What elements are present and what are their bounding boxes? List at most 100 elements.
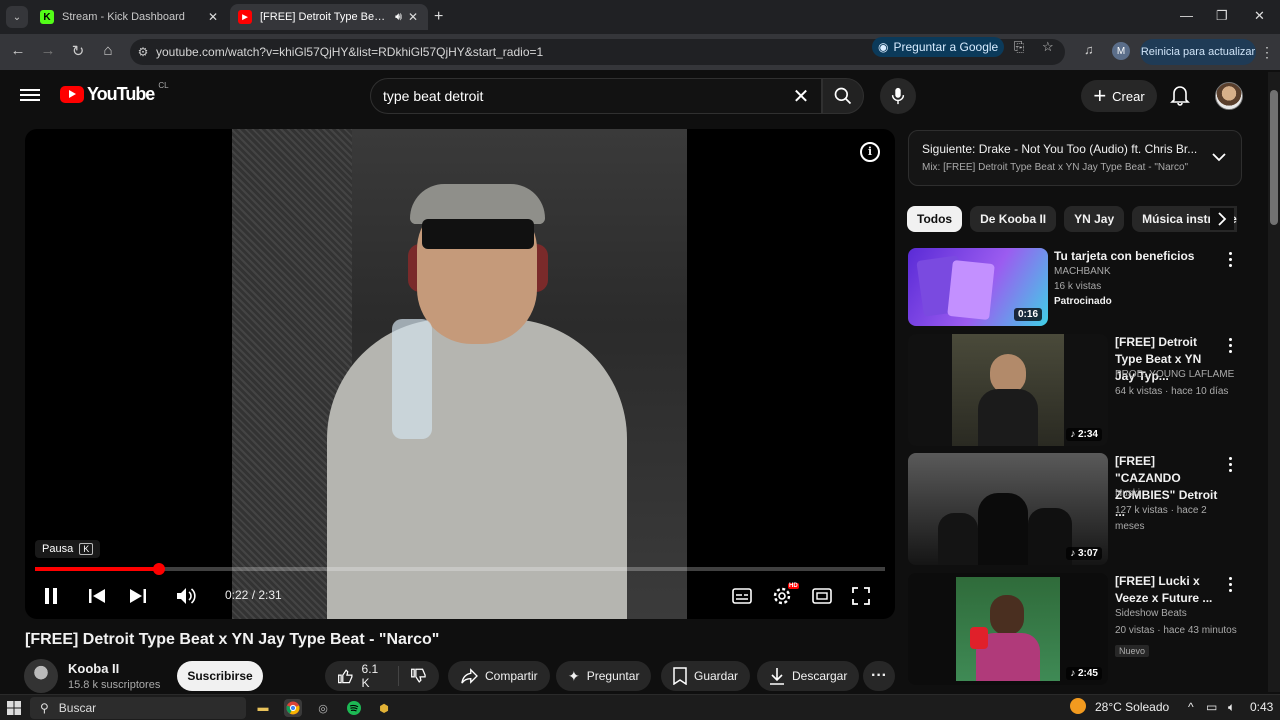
- obs-icon[interactable]: ◎: [314, 699, 332, 717]
- reload-icon[interactable]: ↻: [68, 42, 88, 60]
- clock[interactable]: 0:43: [1250, 700, 1273, 714]
- close-tab-icon[interactable]: ✕: [206, 10, 220, 24]
- taskbar-search-input[interactable]: ⚲ Buscar: [30, 697, 246, 719]
- youtube-favicon-icon: ▶: [238, 10, 252, 24]
- tray-chevron-icon[interactable]: ^: [1188, 700, 1194, 714]
- video-meta: 16 k vistas: [1054, 281, 1102, 292]
- app-icon[interactable]: ⬢: [375, 699, 393, 717]
- hamburger-menu-icon[interactable]: [20, 86, 40, 104]
- close-window-icon[interactable]: ✕: [1254, 8, 1265, 24]
- chrome-icon[interactable]: [284, 699, 302, 717]
- channel-avatar[interactable]: [24, 659, 58, 693]
- video-thumbnail[interactable]: ♪ 2:34: [908, 334, 1108, 446]
- account-avatar[interactable]: [1215, 82, 1243, 110]
- channel-name[interactable]: Kooba II: [68, 661, 119, 676]
- search-input[interactable]: type beat detroit ✕: [370, 78, 822, 114]
- ask-button[interactable]: ✦ Preguntar: [556, 661, 652, 691]
- more-options-icon[interactable]: [1224, 455, 1236, 473]
- google-lens-icon: ◉: [878, 40, 889, 54]
- browser-menu-icon[interactable]: ⋮: [1260, 44, 1274, 61]
- subtitles-button[interactable]: [728, 584, 756, 608]
- video-title[interactable]: [FREE] Lucki x Veeze x Future ...: [1115, 573, 1220, 607]
- chip-de-kooba[interactable]: De Kooba II: [970, 206, 1057, 232]
- list-item[interactable]: ♪ 2:34 [FREE] Detroit Type Beat x YN Jay…: [908, 334, 1238, 446]
- search-button[interactable]: [822, 78, 864, 114]
- volume-icon: [177, 588, 196, 604]
- windows-start-icon[interactable]: [7, 701, 21, 715]
- list-item[interactable]: ♪ 3:07 [FREE] "CAZANDO ZOMBIES" Detroit …: [908, 453, 1238, 565]
- video-title[interactable]: Tu tarjeta con beneficios: [1054, 248, 1219, 265]
- chip-todos[interactable]: Todos: [907, 206, 963, 232]
- restore-icon[interactable]: ❐: [1216, 8, 1228, 24]
- volume-button[interactable]: [173, 584, 201, 608]
- pause-button[interactable]: [37, 584, 65, 608]
- download-button[interactable]: Descargar: [757, 661, 860, 691]
- volume-tray-icon[interactable]: 🔈︎: [1228, 700, 1235, 715]
- info-icon[interactable]: i: [860, 142, 880, 162]
- save-button[interactable]: Guardar: [661, 661, 751, 691]
- video-player[interactable]: i Pausa K 0:22 / 2:31 HD: [25, 129, 895, 619]
- profile-avatar[interactable]: M: [1112, 42, 1130, 60]
- subscribe-button[interactable]: Suscribirse: [177, 661, 263, 691]
- list-item[interactable]: 0:16 Tu tarjeta con beneficios MACHBANK …: [908, 248, 1238, 328]
- clear-search-icon[interactable]: ✕: [781, 84, 821, 109]
- previous-button[interactable]: [83, 584, 111, 608]
- video-frame: [232, 129, 687, 619]
- forward-icon[interactable]: →: [38, 42, 58, 59]
- download-label: Descargar: [792, 669, 848, 683]
- bookmark-star-icon[interactable]: ☆: [1042, 39, 1054, 55]
- more-options-icon[interactable]: [1224, 336, 1236, 354]
- youtube-logo[interactable]: YouTube CL: [60, 81, 169, 105]
- more-options-icon[interactable]: [1224, 250, 1236, 268]
- weather-text[interactable]: 28°C Soleado: [1095, 700, 1169, 714]
- theater-mode-button[interactable]: [808, 584, 836, 608]
- create-button[interactable]: + Crear: [1081, 80, 1157, 112]
- more-icon: ···: [871, 667, 887, 684]
- video-thumbnail[interactable]: 0:16: [908, 248, 1048, 326]
- progress-bar[interactable]: [35, 563, 885, 575]
- close-tab-icon[interactable]: ✕: [406, 10, 420, 24]
- filter-chips: Todos De Kooba II YN Jay Música instrume…: [907, 206, 1237, 232]
- up-next-panel[interactable]: Siguiente: Drake - Not You Too (Audio) f…: [908, 130, 1242, 186]
- home-icon[interactable]: ⌂: [98, 42, 118, 59]
- more-options-icon[interactable]: [1224, 575, 1236, 593]
- ask-label: Preguntar: [586, 669, 640, 683]
- speaker-icon[interactable]: 🔊︎: [395, 11, 402, 24]
- search-query[interactable]: type beat detroit: [383, 88, 781, 104]
- fullscreen-button[interactable]: [847, 584, 875, 608]
- like-button[interactable]: 6.1 K: [337, 662, 387, 690]
- minimize-icon[interactable]: —: [1180, 8, 1193, 23]
- video-thumbnail[interactable]: ♪ 2:45: [908, 573, 1108, 685]
- chip-yn-jay[interactable]: YN Jay: [1064, 206, 1125, 232]
- search-icon: [834, 87, 852, 105]
- file-explorer-icon[interactable]: ▬: [254, 699, 272, 717]
- list-item[interactable]: ♪ 2:45 [FREE] Lucki x Veeze x Future ...…: [908, 573, 1238, 685]
- country-code: CL: [158, 81, 169, 90]
- install-app-icon[interactable]: ⎘: [1014, 39, 1024, 55]
- video-thumbnail[interactable]: ♪ 3:07: [908, 453, 1108, 565]
- next-button[interactable]: [124, 584, 152, 608]
- new-tab-button[interactable]: +: [434, 8, 443, 26]
- browser-toolbar: ← → ↻ ⌂ ⚙ youtube.com/watch?v=khiGl57QjH…: [0, 34, 1280, 70]
- new-badge: Nuevo: [1115, 645, 1150, 657]
- tab-youtube-video[interactable]: ▶ [FREE] Detroit Type Beat x YN Jay Type…: [230, 4, 428, 30]
- network-icon[interactable]: ▭: [1206, 700, 1217, 714]
- site-info-icon[interactable]: ⚙: [130, 45, 156, 59]
- chips-next-button[interactable]: [1210, 208, 1234, 230]
- share-button[interactable]: Compartir: [448, 661, 550, 691]
- voice-search-button[interactable]: [880, 78, 916, 114]
- tab-search-button[interactable]: ⌄: [6, 6, 28, 28]
- chevron-down-icon: ⌄: [12, 11, 22, 23]
- ask-google-button[interactable]: ◉ Preguntar a Google: [872, 37, 1005, 57]
- scrubber-handle[interactable]: [152, 563, 165, 575]
- tab-kick-dashboard[interactable]: K Stream - Kick Dashboard ✕: [32, 4, 228, 30]
- notifications-bell-icon[interactable]: [1170, 84, 1190, 111]
- back-icon[interactable]: ←: [8, 42, 28, 59]
- scrollbar-thumb[interactable]: [1270, 90, 1278, 225]
- media-control-icon[interactable]: ♫: [1084, 42, 1094, 57]
- thumbs-down-icon[interactable]: [410, 667, 427, 685]
- chevron-down-icon[interactable]: [1211, 149, 1227, 165]
- more-actions-button[interactable]: ···: [863, 661, 895, 691]
- spotify-icon[interactable]: [345, 699, 363, 717]
- update-button[interactable]: Reinicia para actualizar: [1140, 39, 1256, 65]
